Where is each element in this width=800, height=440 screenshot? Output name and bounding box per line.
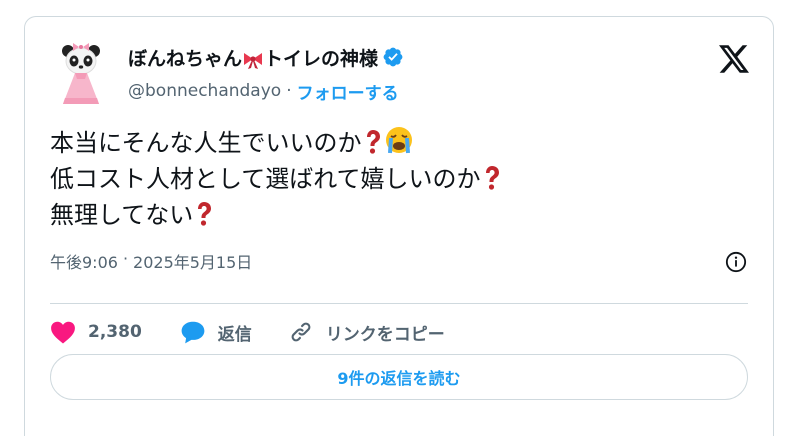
link-icon	[291, 322, 311, 342]
ribbon-emoji-icon	[244, 52, 263, 69]
author-name-row[interactable]: ぼんねちゃん トイレの神様	[128, 44, 404, 70]
tweet-time: 午後9:06	[50, 253, 118, 272]
question-mark-emoji-icon	[485, 166, 499, 190]
like-button[interactable]: 2,380	[50, 320, 142, 344]
author-avatar[interactable]	[49, 42, 113, 106]
panda-girl-avatar-icon	[62, 43, 100, 104]
question-mark-emoji-icon	[366, 130, 380, 154]
copy-link-button[interactable]: リンクをコピー	[288, 319, 445, 345]
meta-separator: ·	[122, 249, 129, 268]
tweet-line-1: 本当にそんな人生でいいのか	[50, 125, 503, 161]
reply-bubble-icon	[181, 321, 205, 344]
verified-badge-icon	[383, 47, 403, 67]
tweet-embed-card: ぼんねちゃん トイレの神様 @bonnechandayo · フォローする 本当に…	[24, 16, 774, 436]
tweet-line-2: 低コスト人材として選ばれて嬉しいのか	[50, 161, 503, 197]
display-name-part-1: ぼんねちゃん	[128, 47, 243, 70]
read-replies-label: 9件の返信を読む	[337, 369, 461, 388]
tweet-line-1-text: 本当にそんな人生でいいのか	[50, 129, 362, 157]
tweet-timestamp[interactable]: 午後9:06 · 2025年5月15日	[50, 249, 252, 273]
tweet-date: 2025年5月15日	[133, 253, 253, 272]
tweet-line-3: 無理してない	[50, 197, 503, 233]
info-icon[interactable]	[725, 251, 747, 273]
tweet-text: 本当にそんな人生でいいのか 低コスト人材として選ばれて嬉しいのか 無理してない	[50, 125, 503, 233]
reply-label: 返信	[217, 324, 252, 345]
display-name-part-2: トイレの神様	[264, 47, 379, 70]
copy-link-label: リンクをコピー	[325, 324, 445, 345]
heart-icon	[51, 321, 75, 344]
question-mark-emoji-icon	[198, 202, 212, 226]
author-display-name[interactable]: ぼんねちゃん トイレの神様	[128, 44, 378, 71]
author-handle-row: @bonnechandayo · フォローする	[128, 79, 399, 104]
read-replies-button[interactable]: 9件の返信を読む	[50, 354, 748, 400]
author-handle[interactable]: @bonnechandayo	[128, 81, 281, 101]
tweet-line-2-text: 低コスト人材として選ばれて嬉しいのか	[50, 165, 481, 193]
action-bar: 2,380 返信 リンクをコピー	[50, 314, 445, 350]
tweet-line-3-text: 無理してない	[50, 201, 194, 229]
x-logo-icon[interactable]	[719, 45, 749, 73]
divider	[50, 303, 748, 304]
like-count: 2,380	[88, 322, 142, 342]
crying-face-emoji-icon	[385, 127, 412, 154]
separator-dot: ·	[286, 81, 292, 101]
follow-button[interactable]: フォローする	[297, 79, 399, 104]
reply-button[interactable]: 返信	[180, 320, 252, 345]
